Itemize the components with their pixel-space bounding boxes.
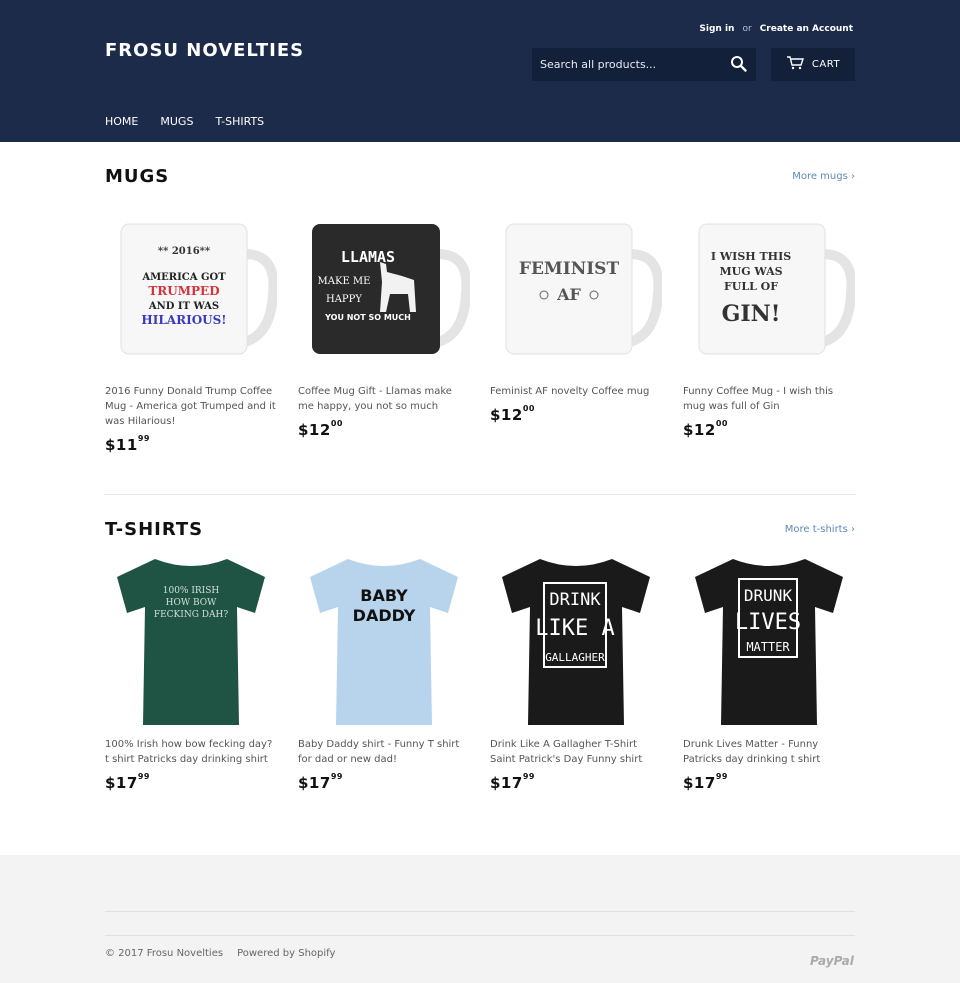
mug-print-line: MAKE ME	[318, 276, 371, 287]
mug-print-line: LLAMAS	[341, 248, 395, 266]
shirt-print-line: FECKING DAH?	[154, 610, 228, 620]
footer-credits: © 2017 Frosu Novelties Powered by Shopif…	[105, 948, 335, 959]
tshirt-body	[310, 559, 458, 725]
account-links: Sign in or Create an Account	[699, 24, 853, 34]
mug-print-line: MUG WAS	[719, 265, 782, 278]
product-price: $1799	[490, 772, 535, 792]
tshirt-body	[117, 559, 265, 725]
site-header: FROSU NOVELTIES Sign in or Create an Acc…	[0, 0, 960, 142]
cart-label: CART	[811, 59, 841, 70]
product-card[interactable]: DRUNK LIVES MATTER Drunk Lives Matter - …	[683, 555, 855, 792]
powered-by-link[interactable]: Powered by Shopify	[237, 948, 335, 959]
product-price: $1200	[298, 419, 343, 439]
product-card[interactable]: LLAMAS MAKE ME HAPPY YOU NOT SO MUCH Cof…	[298, 202, 472, 439]
shirt-print-line: DRUNK	[744, 586, 793, 605]
search-input[interactable]	[532, 58, 712, 71]
product-title[interactable]: Funny Coffee Mug - I wish this mug was f…	[683, 384, 855, 414]
shirt-print-line: BABY	[360, 586, 408, 605]
search-icon[interactable]	[730, 55, 748, 73]
site-logo[interactable]: FROSU NOVELTIES	[105, 40, 304, 61]
more-tshirts-link[interactable]: More t-shirts ›	[785, 524, 855, 535]
product-price: $1199	[105, 434, 150, 454]
product-card[interactable]: BABY DADDY Baby Daddy shirt - Funny T sh…	[298, 555, 470, 792]
product-image[interactable]: LLAMAS MAKE ME HAPPY YOU NOT SO MUCH	[298, 202, 472, 374]
product-price: $1799	[683, 772, 728, 792]
product-price: $1200	[490, 404, 535, 424]
site-footer: © 2017 Frosu Novelties Powered by Shopif…	[0, 855, 960, 983]
product-title[interactable]: Drunk Lives Matter - Funny Patricks day …	[683, 737, 855, 767]
mugs-section-title: MUGS	[105, 166, 170, 187]
footer-divider	[105, 935, 855, 936]
paypal-icon: PayPal	[810, 954, 854, 968]
main-nav: HOME MUGS T-SHIRTS	[105, 115, 264, 128]
mug-print-line: FULL OF	[724, 280, 778, 293]
shirt-print-line: 100% IRISH	[163, 586, 220, 596]
product-image[interactable]: FEMINIST AF	[490, 202, 664, 374]
product-title[interactable]: 100% Irish how bow fecking day? t shirt …	[105, 737, 277, 767]
cart-button[interactable]: CART	[771, 48, 855, 81]
footer-divider	[105, 911, 855, 912]
tshirts-section-title: T-SHIRTS	[105, 519, 204, 540]
nav-item-mugs[interactable]: MUGS	[160, 115, 193, 128]
product-card[interactable]: ** 2016** AMERICA GOT TRUMPED AND IT WAS…	[105, 202, 279, 454]
product-price: $1200	[683, 419, 728, 439]
shirt-print-line: HOW BOW	[166, 598, 217, 608]
copyright-text[interactable]: © 2017 Frosu Novelties	[105, 948, 223, 959]
shirt-print-line: MATTER	[746, 640, 790, 654]
product-card[interactable]: I WISH THIS MUG WAS FULL OF GIN! Funny C…	[683, 202, 857, 439]
sign-in-link[interactable]: Sign in	[699, 24, 734, 34]
mug-print-line: GIN!	[722, 301, 781, 327]
shirt-print-line: DRINK	[549, 590, 601, 610]
mug-print-line: AND IT WAS	[148, 301, 219, 312]
create-account-link[interactable]: Create an Account	[760, 24, 853, 34]
cart-icon	[786, 56, 804, 73]
product-image[interactable]: I WISH THIS MUG WAS FULL OF GIN!	[683, 202, 857, 374]
shirt-print-line: LIKE A	[535, 616, 614, 641]
product-image[interactable]: ** 2016** AMERICA GOT TRUMPED AND IT WAS…	[105, 202, 279, 374]
shirt-print-line: DADDY	[353, 606, 416, 625]
product-card[interactable]: FEMINIST AF Feminist AF novelty Coffee m…	[490, 202, 664, 424]
product-card[interactable]: DRINK LIKE A GALLAGHER Drink Like A Gall…	[490, 555, 662, 792]
mug-print-line: I WISH THIS	[711, 250, 791, 263]
product-price: $1799	[105, 772, 150, 792]
shirt-print-line: LIVES	[735, 610, 801, 635]
search-form	[532, 48, 756, 81]
more-mugs-link[interactable]: More mugs ›	[792, 171, 855, 182]
product-title[interactable]: Coffee Mug Gift - Llamas make me happy, …	[298, 384, 470, 414]
mug-print-line: FEMINIST	[519, 259, 620, 279]
mug-print-line: HILARIOUS!	[141, 313, 226, 327]
mug-print-line: ** 2016**	[158, 246, 211, 257]
nav-item-t-shirts[interactable]: T-SHIRTS	[215, 115, 264, 128]
product-title[interactable]: Baby Daddy shirt - Funny T shirt for dad…	[298, 737, 470, 767]
product-image[interactable]: BABY DADDY	[298, 555, 470, 727]
product-image[interactable]: DRINK LIKE A GALLAGHER	[490, 555, 662, 727]
product-card[interactable]: 100% IRISH HOW BOW FECKING DAH? 100% Iri…	[105, 555, 277, 792]
or-separator: or	[742, 24, 752, 34]
product-title[interactable]: Feminist AF novelty Coffee mug	[490, 384, 662, 399]
mug-print-line: TRUMPED	[148, 284, 219, 298]
product-title[interactable]: Drink Like A Gallagher T-Shirt Saint Pat…	[490, 737, 662, 767]
nav-item-home[interactable]: HOME	[105, 115, 138, 128]
shirt-print-line: GALLAGHER	[545, 651, 605, 664]
product-image[interactable]: 100% IRISH HOW BOW FECKING DAH?	[105, 555, 277, 727]
mug-print-line: YOU NOT SO MUCH	[324, 313, 411, 322]
mug-print-line: AF	[556, 285, 581, 304]
mug-print-line: HAPPY	[326, 294, 362, 305]
product-price: $1799	[298, 772, 343, 792]
product-image[interactable]: DRUNK LIVES MATTER	[683, 555, 855, 727]
section-divider	[105, 494, 855, 495]
product-title[interactable]: 2016 Funny Donald Trump Coffee Mug - Ame…	[105, 384, 277, 429]
mug-print-line: AMERICA GOT	[141, 272, 226, 283]
